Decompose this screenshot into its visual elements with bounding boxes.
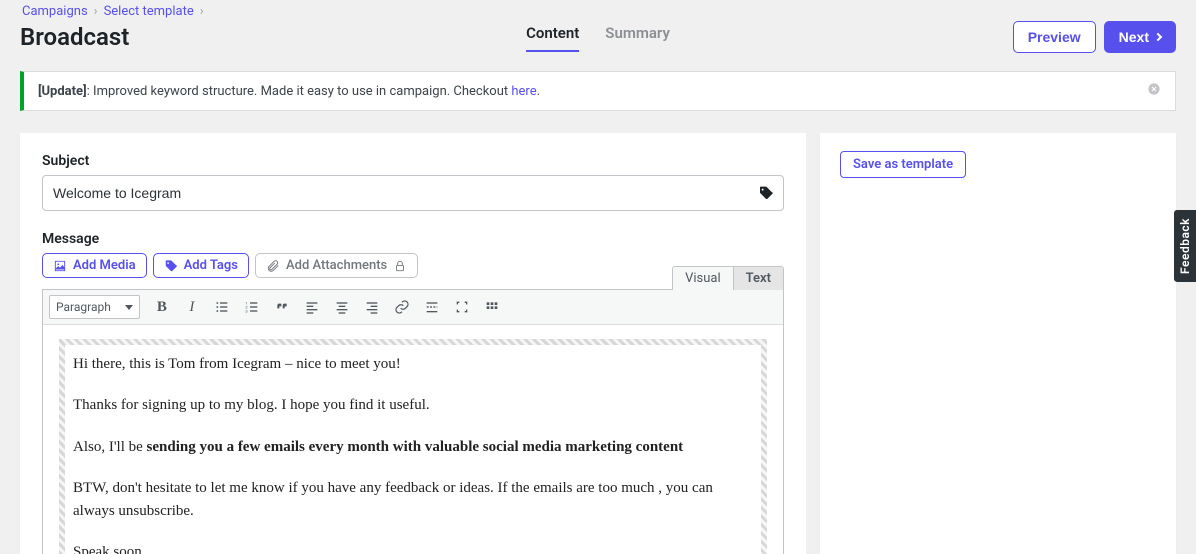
blockquote-button[interactable] bbox=[268, 293, 296, 321]
paperclip-icon bbox=[266, 259, 280, 273]
breadcrumb: Campaigns › Select template › bbox=[22, 4, 1176, 19]
numbered-list-button[interactable]: 123 bbox=[238, 293, 266, 321]
editor-body[interactable]: Hi there, this is Tom from Icegram – nic… bbox=[43, 325, 783, 554]
link-button[interactable] bbox=[388, 293, 416, 321]
align-left-button[interactable] bbox=[298, 293, 326, 321]
feedback-tab[interactable]: Feedback bbox=[1174, 210, 1196, 282]
media-icon bbox=[53, 259, 67, 273]
chevron-right-icon bbox=[1154, 33, 1162, 41]
read-more-button[interactable] bbox=[418, 293, 446, 321]
bold-button[interactable]: B bbox=[148, 293, 176, 321]
content-card: Subject Message Add Media Add Tags bbox=[20, 133, 806, 554]
tag-icon[interactable] bbox=[758, 185, 774, 201]
save-as-template-button[interactable]: Save as template bbox=[840, 151, 966, 178]
tab-content[interactable]: Content bbox=[526, 24, 579, 52]
editor: Paragraph B I 123 bbox=[42, 289, 784, 554]
add-attachments-button[interactable]: Add Attachments bbox=[255, 253, 418, 278]
subject-input[interactable] bbox=[42, 175, 784, 211]
sidebar-card: Save as template bbox=[820, 133, 1176, 554]
update-notice: [Update]: Improved keyword structure. Ma… bbox=[20, 71, 1176, 111]
notice-link[interactable]: here bbox=[511, 84, 536, 99]
fullscreen-button[interactable] bbox=[448, 293, 476, 321]
close-icon[interactable] bbox=[1147, 82, 1161, 100]
align-center-button[interactable] bbox=[328, 293, 356, 321]
text-tab[interactable]: Text bbox=[733, 267, 783, 290]
bullet-list-button[interactable] bbox=[208, 293, 236, 321]
format-select[interactable]: Paragraph bbox=[49, 295, 140, 319]
next-button[interactable]: Next bbox=[1104, 21, 1176, 53]
editor-toolbar: Paragraph B I 123 bbox=[43, 290, 783, 325]
preview-button[interactable]: Preview bbox=[1013, 21, 1096, 53]
svg-text:3: 3 bbox=[245, 308, 247, 313]
tag-icon bbox=[164, 259, 178, 273]
editor-paragraph: Also, I'll be sending you a few emails e… bbox=[73, 436, 753, 459]
notice-tag: [Update] bbox=[38, 84, 87, 99]
header-tabs: Content Summary bbox=[526, 24, 670, 52]
editor-paragraph: BTW, don't hesitate to let me know if yo… bbox=[73, 477, 753, 524]
page-title: Broadcast bbox=[20, 23, 129, 51]
chevron-right-icon: › bbox=[94, 4, 98, 19]
editor-paragraph: Hi there, this is Tom from Icegram – nic… bbox=[73, 353, 753, 376]
breadcrumb-link-select-template[interactable]: Select template bbox=[104, 4, 194, 19]
lock-icon bbox=[393, 259, 407, 273]
editor-paragraph: Speak soon bbox=[73, 541, 753, 554]
visual-tab[interactable]: Visual bbox=[673, 267, 733, 290]
tab-summary[interactable]: Summary bbox=[605, 24, 670, 52]
caret-down-icon bbox=[125, 305, 133, 310]
notice-text: : Improved keyword structure. Made it ea… bbox=[87, 84, 512, 99]
message-label: Message bbox=[42, 231, 784, 247]
chevron-right-icon: › bbox=[200, 4, 204, 19]
breadcrumb-link-campaigns[interactable]: Campaigns bbox=[22, 4, 88, 19]
italic-button[interactable]: I bbox=[178, 293, 206, 321]
align-right-button[interactable] bbox=[358, 293, 386, 321]
subject-label: Subject bbox=[42, 153, 784, 169]
next-button-label: Next bbox=[1119, 29, 1149, 45]
add-media-button[interactable]: Add Media bbox=[42, 253, 147, 278]
add-tags-button[interactable]: Add Tags bbox=[153, 253, 249, 278]
toolbar-toggle-button[interactable] bbox=[478, 293, 506, 321]
editor-paragraph: Thanks for signing up to my blog. I hope… bbox=[73, 394, 753, 417]
